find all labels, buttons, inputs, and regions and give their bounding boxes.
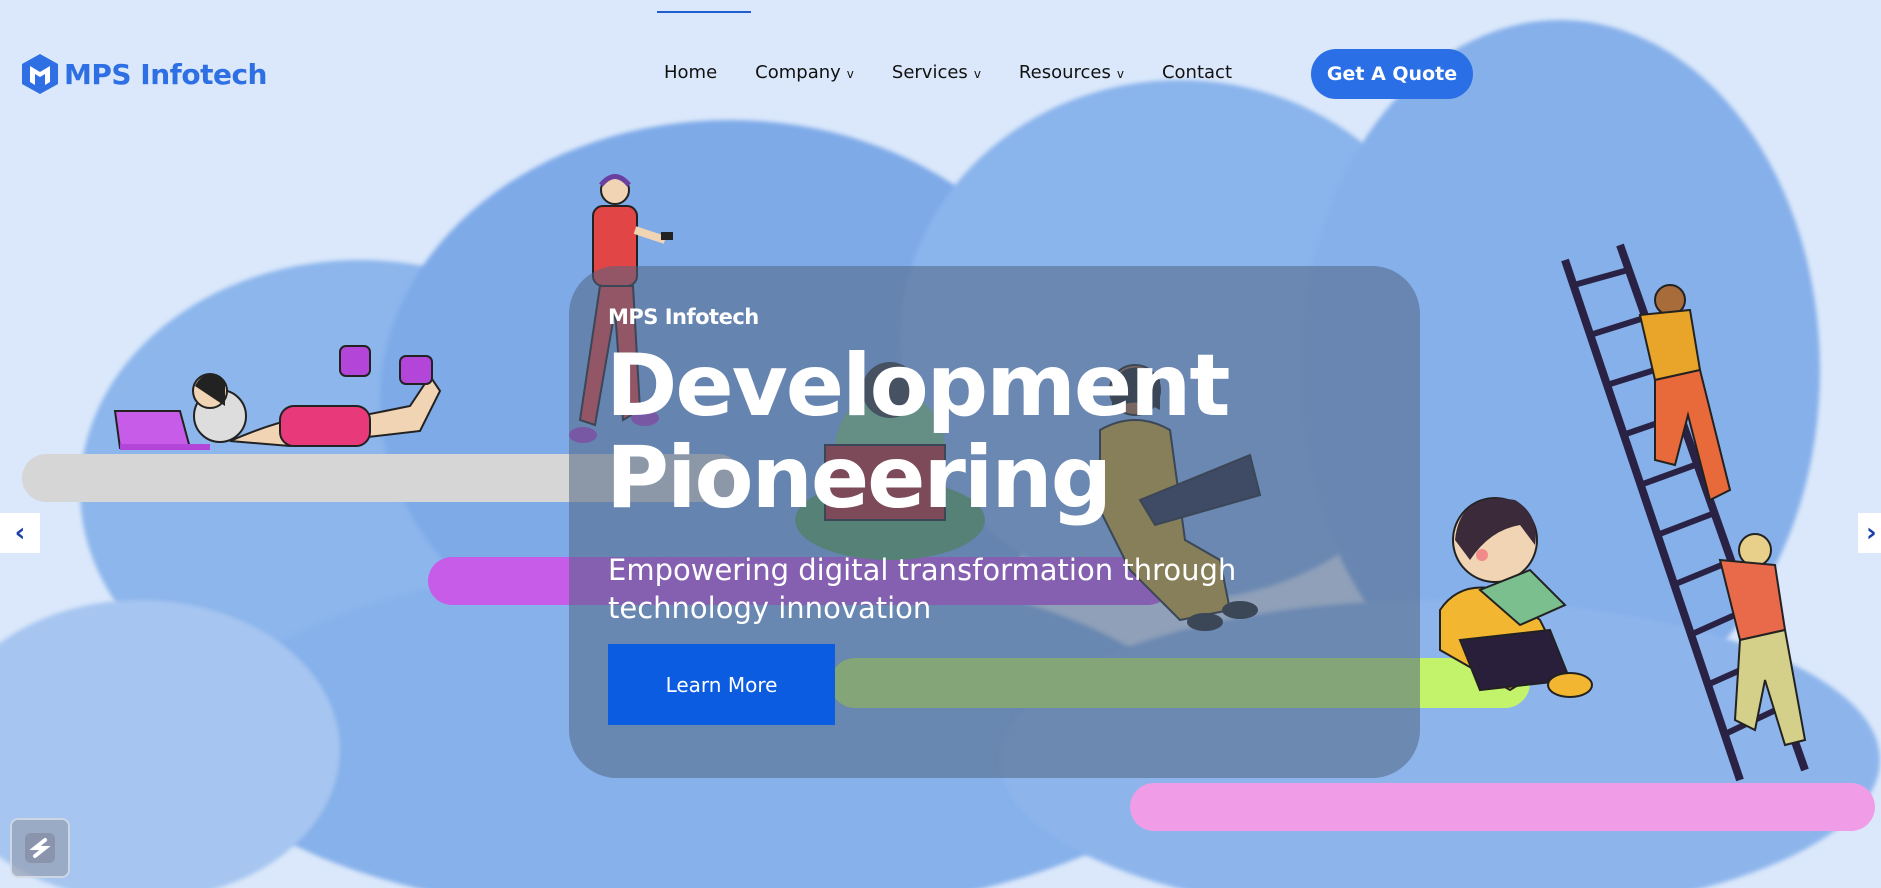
hero-title-line1: Development — [606, 336, 1230, 436]
nav-item-label: Services — [891, 62, 968, 83]
nav-item-label: Company — [755, 62, 841, 83]
nav-item-resources[interactable]: Resources v — [1019, 62, 1124, 83]
nav-item-company[interactable]: Company v — [755, 62, 854, 83]
chevron-down-icon: v — [1116, 67, 1124, 81]
ladder-climbers-illustration — [1561, 243, 1809, 782]
nav-item-label: Contact — [1161, 62, 1232, 83]
chevron-down-icon: v — [973, 67, 981, 81]
s-logo-icon — [25, 833, 55, 863]
nav-item-home[interactable]: Home — [664, 62, 717, 83]
hero-kicker: MPS Infotech — [608, 305, 759, 329]
learn-more-button[interactable]: Learn More — [608, 644, 835, 725]
nav-item-label: Resources — [1018, 62, 1111, 83]
chevron-left-icon[interactable]: ‹ — [0, 513, 40, 553]
cube-icon — [22, 54, 58, 94]
nav-item-label: Home — [664, 62, 718, 83]
nav-item-contact[interactable]: Contact — [1162, 62, 1232, 83]
nav-active-indicator — [657, 11, 751, 13]
hero-title-line2: Pioneering — [606, 428, 1112, 528]
logo-text: MPS Infotech — [64, 57, 267, 91]
chevron-down-icon: v — [846, 67, 854, 81]
nav-item-services[interactable]: Services v — [892, 62, 981, 83]
widget-badge[interactable] — [10, 818, 70, 878]
logo[interactable]: MPS Infotech — [20, 52, 267, 96]
chevron-right-icon[interactable]: › — [1858, 513, 1881, 553]
get-a-quote-button[interactable]: Get A Quote — [1311, 49, 1473, 99]
woman-with-laptop-illustration — [113, 345, 442, 450]
hero-title: Development Pioneering — [606, 340, 1230, 524]
main-nav: Home Company v Services v Resources v Co… — [664, 62, 1232, 83]
hero-subtitle: Empowering digital transformation throug… — [608, 553, 1237, 625]
pink-bar — [1130, 783, 1875, 831]
